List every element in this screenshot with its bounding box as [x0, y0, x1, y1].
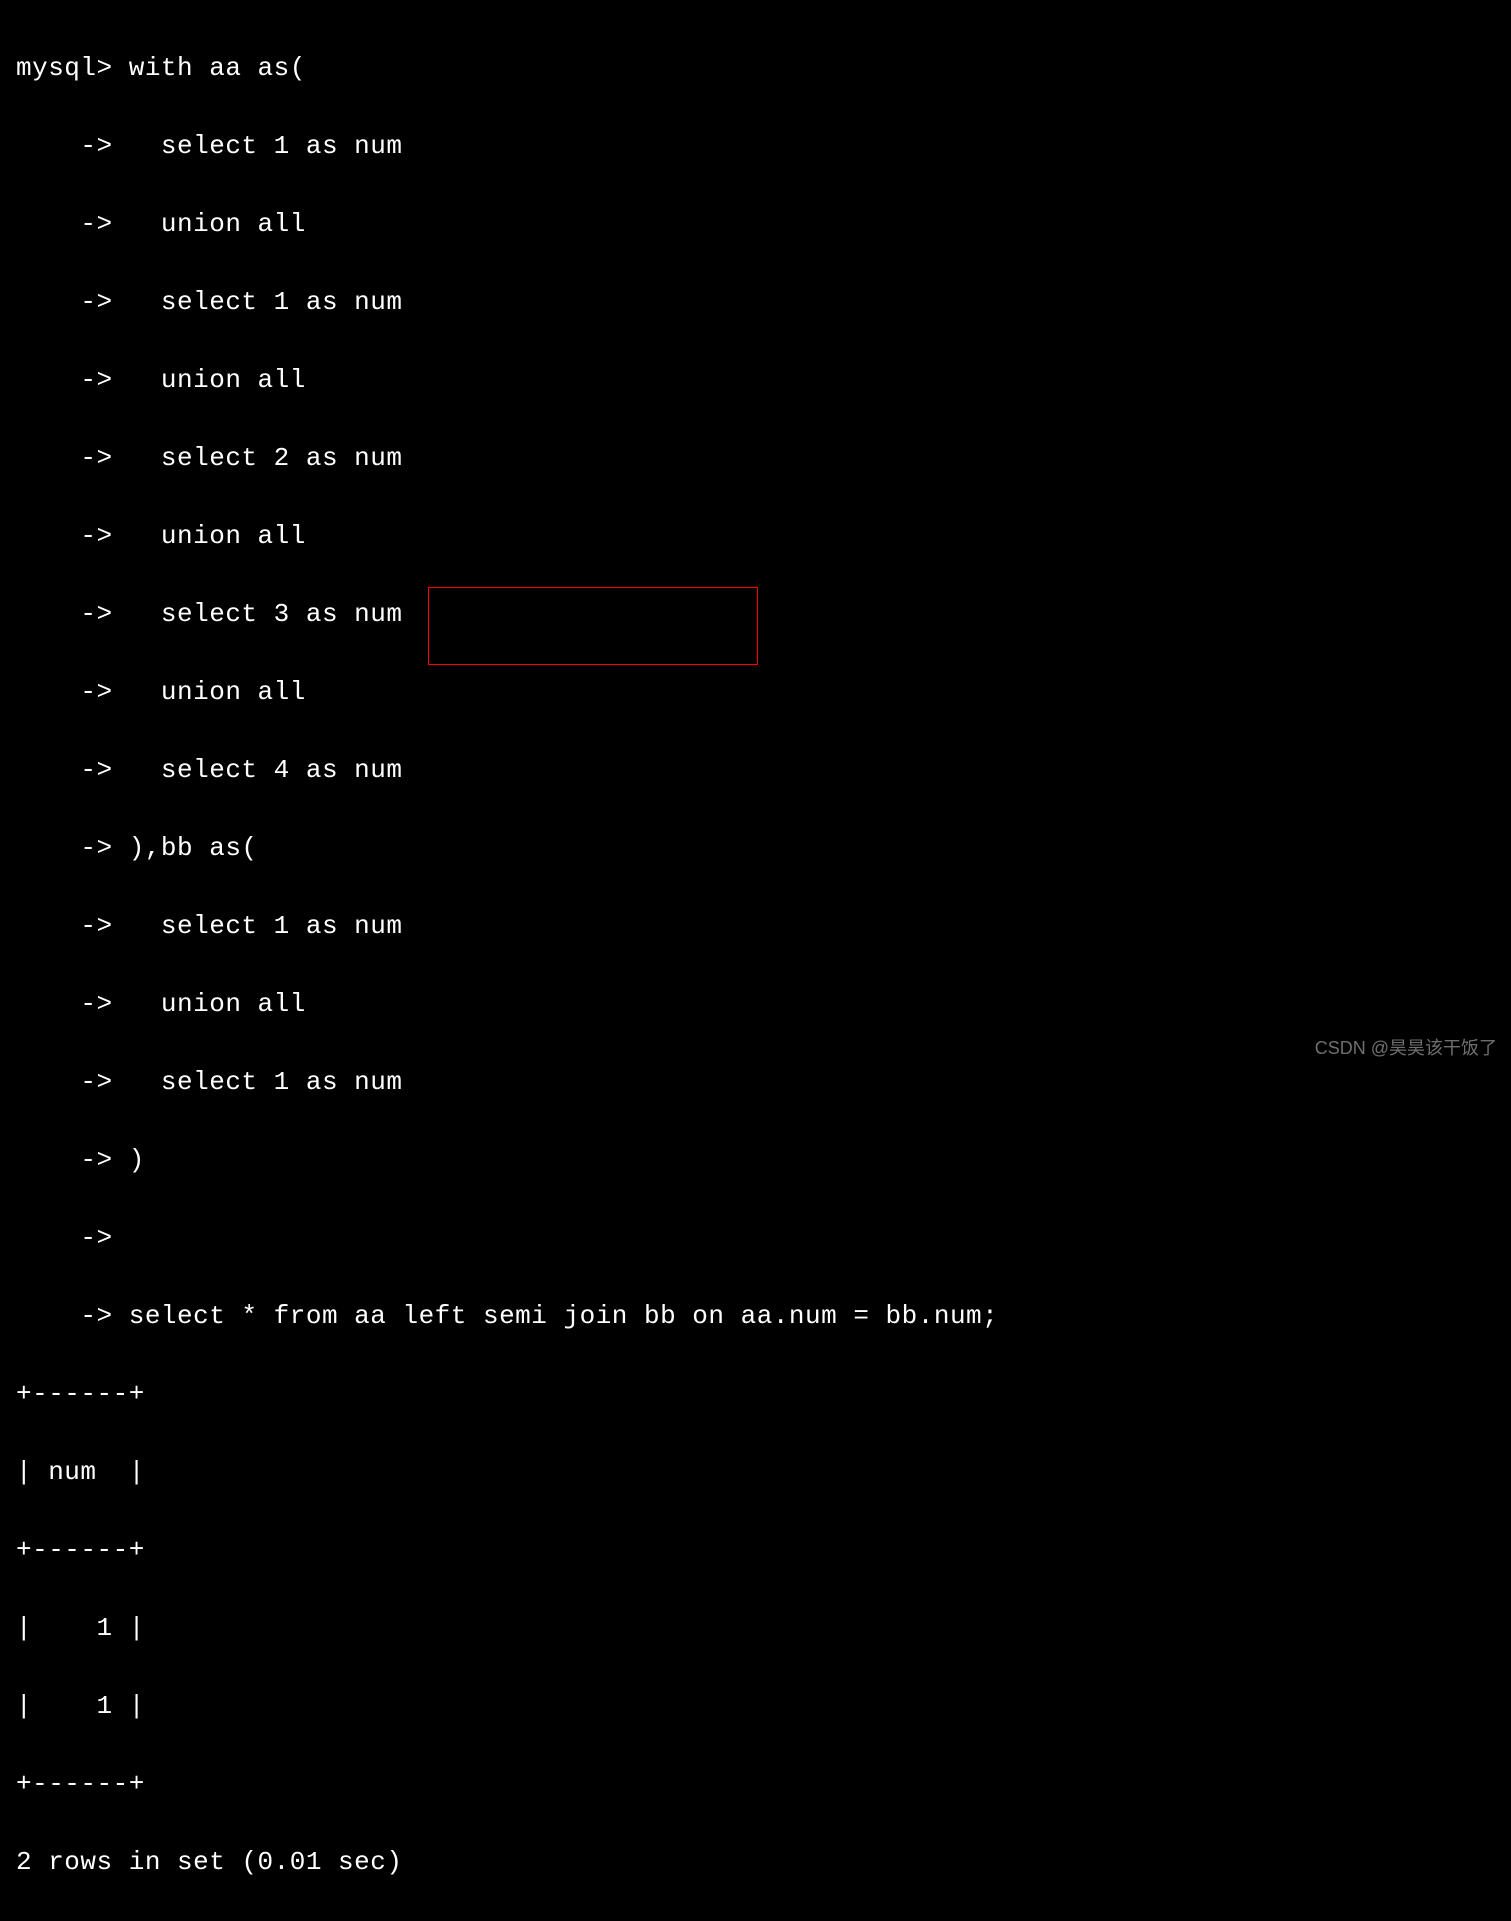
terminal-line: +------+ [16, 1531, 1495, 1570]
terminal-line: -> ) [16, 1141, 1495, 1180]
terminal-line: -> select * from aa left semi join bb on… [16, 1297, 1495, 1336]
terminal-line: -> select 4 as num [16, 751, 1495, 790]
terminal-line: -> select 2 as num [16, 439, 1495, 478]
terminal-line: | num | [16, 1453, 1495, 1492]
terminal-line: | 1 | [16, 1609, 1495, 1648]
terminal-line: -> select 1 as num [16, 127, 1495, 166]
terminal-output: mysql> with aa as( -> select 1 as num ->… [16, 10, 1495, 1921]
terminal-line: -> union all [16, 205, 1495, 244]
terminal-line: -> union all [16, 673, 1495, 712]
watermark-text: CSDN @昊昊该干饭了 [1315, 1035, 1497, 1062]
terminal-line: -> ),bb as( [16, 829, 1495, 868]
terminal-line: -> union all [16, 361, 1495, 400]
terminal-line: -> select 3 as num [16, 595, 1495, 634]
terminal-line: | 1 | [16, 1687, 1495, 1726]
terminal-line: +------+ [16, 1375, 1495, 1414]
terminal-line: -> [16, 1219, 1495, 1258]
terminal-line: -> union all [16, 985, 1495, 1024]
terminal-line: -> select 1 as num [16, 907, 1495, 946]
terminal-line: -> union all [16, 517, 1495, 556]
terminal-line: -> select 1 as num [16, 283, 1495, 322]
terminal-line: 2 rows in set (0.01 sec) [16, 1843, 1495, 1882]
terminal-line: +------+ [16, 1765, 1495, 1804]
terminal-line: -> select 1 as num [16, 1063, 1495, 1102]
terminal-line: mysql> with aa as( [16, 49, 1495, 88]
